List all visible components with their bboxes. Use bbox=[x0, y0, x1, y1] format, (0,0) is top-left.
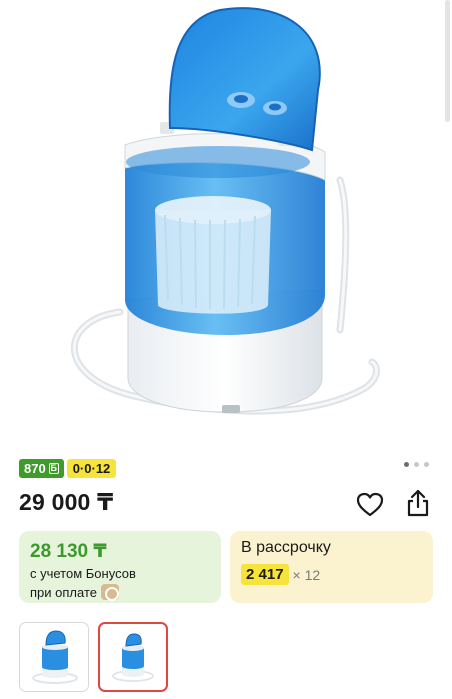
thumbnail-2-selected[interactable] bbox=[98, 622, 168, 692]
installment-multiplier: × 12 bbox=[292, 566, 321, 583]
bonus-price: 28 130 ₸ bbox=[30, 541, 107, 562]
bonus-badge: 870 Б bbox=[19, 459, 64, 478]
share-icon bbox=[407, 489, 429, 517]
installment-title: В рассрочку bbox=[241, 539, 331, 556]
installment-row: 2 417 × 12 bbox=[241, 564, 320, 585]
bonus-caption-line1: с учетом Бонусов bbox=[30, 566, 136, 581]
product-gallery[interactable] bbox=[0, 0, 452, 445]
product-price: 29 000 ₸ bbox=[19, 489, 114, 515]
thumbnail-image bbox=[32, 630, 78, 684]
pagination-dot bbox=[404, 462, 409, 467]
bonus-icon: Б bbox=[48, 463, 59, 474]
installment-badge: 0·0·12 bbox=[66, 459, 117, 478]
pagination-dot bbox=[424, 462, 429, 467]
bonus-price-card[interactable]: 28 130 ₸ с учетом Бонусов при оплате bbox=[19, 531, 221, 603]
gallery-scrollbar[interactable] bbox=[445, 0, 450, 122]
installment-card[interactable]: В рассрочку 2 417 × 12 bbox=[230, 531, 433, 603]
thumbnail-image bbox=[112, 633, 154, 682]
bonus-caption-line2: при оплате bbox=[30, 584, 119, 601]
thumbnail-1[interactable] bbox=[19, 622, 89, 692]
promo-badges: 870 Б 0·0·12 bbox=[19, 459, 117, 478]
gallery-pagination bbox=[404, 462, 429, 467]
pagination-dot bbox=[414, 462, 419, 467]
favorite-button[interactable] bbox=[356, 491, 384, 519]
payment-method-icon bbox=[100, 584, 119, 601]
product-image bbox=[70, 7, 380, 415]
bonus-caption-text: при оплате bbox=[30, 584, 97, 600]
bonus-badge-value: 870 bbox=[24, 461, 46, 476]
installment-amount: 2 417 bbox=[241, 564, 289, 585]
share-button[interactable] bbox=[404, 488, 432, 518]
heart-icon bbox=[356, 492, 384, 517]
